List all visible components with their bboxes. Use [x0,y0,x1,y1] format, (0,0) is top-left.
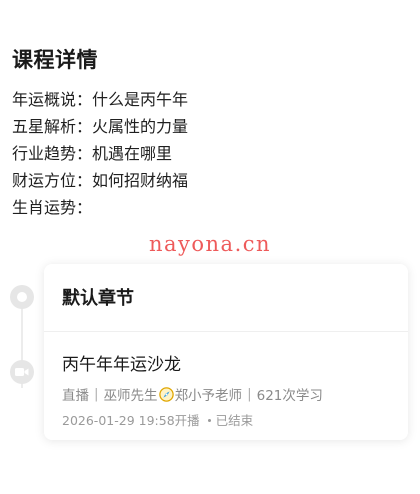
video-camera-icon [10,360,34,384]
view-count: 621次学习 [256,388,323,404]
detail-line: 财运方位：如何招财纳福 [12,171,189,190]
watermark-text: nayona.cn [148,232,272,256]
detail-line: 五星解析：火属性的力量 [12,117,189,136]
chapter-header[interactable]: 默认章节 [44,264,408,332]
lesson-meta: 直播 | 巫师先生 郑小予老师 | 621次学习 [62,384,323,404]
chapter-title: 默认章节 [62,288,134,309]
detail-line: 生肖运势： [12,198,93,217]
chapter-card: 默认章节 丙午年年运沙龙 直播 | 巫师先生 郑小予老师 | 621次学习 20… [44,264,408,440]
teacher-name: 郑小予老师 [174,388,243,404]
detail-line: 年运概说：什么是丙午年 [12,90,189,109]
detail-line: 行业趋势：机遇在哪里 [12,144,173,163]
lesson-type: 直播 [62,388,89,404]
meta-separator: | [247,386,252,402]
lesson-time-row: 2026-01-29 19:58开播 已结束 [62,410,253,429]
meta-separator: | [94,386,99,402]
detail-list: 年运概说：什么是丙午年 五星解析：火属性的力量 行业趋势：机遇在哪里 财运方位：… [12,86,188,221]
lesson-datetime: 2026-01-29 19:58开播 [62,413,200,428]
compass-icon [158,386,174,402]
circle-node-icon [10,285,34,309]
status-badge: 已结束 [215,413,254,428]
section-title: 课程详情 [12,48,98,72]
lesson-title[interactable]: 丙午年年运沙龙 [62,350,181,375]
status-dot [207,418,211,422]
teacher-name: 巫师先生 [103,388,158,404]
